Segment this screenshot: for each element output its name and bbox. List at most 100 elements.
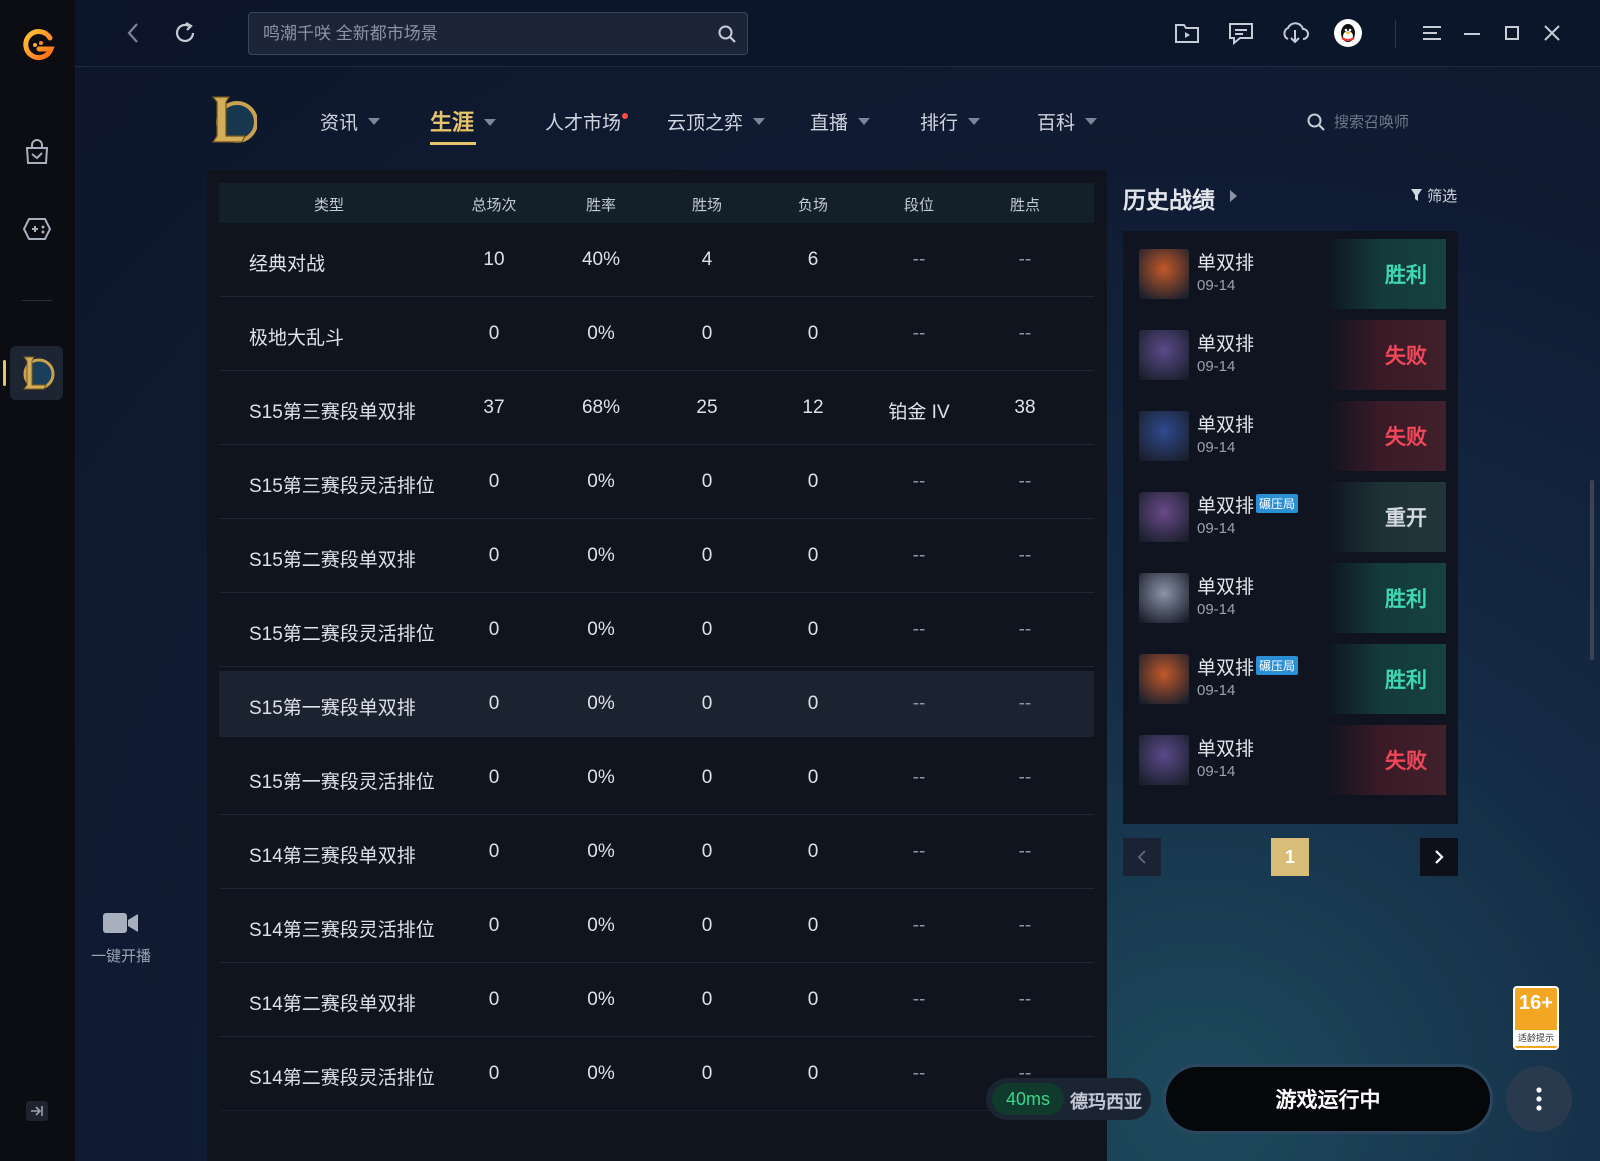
nav-tab[interactable]: 排行	[920, 108, 981, 135]
filter-label: 筛选	[1427, 188, 1458, 205]
refresh-icon[interactable]	[172, 20, 198, 46]
table-row[interactable]: S14第三赛段单双排 0 0% 0 0 -- --	[219, 815, 1094, 889]
folder-play-icon[interactable]	[1172, 18, 1202, 48]
collapse-sidebar-icon[interactable]	[26, 1101, 48, 1121]
table-row[interactable]: S14第二赛段单双排 0 0% 0 0 -- --	[219, 963, 1094, 1037]
match-item[interactable]: 单双排 09-14 胜利	[1139, 239, 1446, 309]
page-number-button[interactable]: 1	[1271, 838, 1309, 876]
table-cell: S14第二赛段单双排	[249, 994, 416, 1015]
nav-tab[interactable]: 直播	[810, 108, 871, 135]
table-cell: --	[912, 767, 926, 788]
table-cell: --	[1018, 323, 1032, 344]
back-icon[interactable]	[120, 20, 146, 46]
maximize-icon[interactable]	[1497, 18, 1527, 48]
table-row[interactable]: S15第一赛段单双排 0 0% 0 0 -- --	[219, 671, 1094, 737]
table-row[interactable]: S15第二赛段单双排 0 0% 0 0 -- --	[219, 519, 1094, 593]
table-cell: 0	[488, 323, 500, 344]
table-cell: --	[1018, 841, 1032, 862]
table-cell: S14第二赛段灵活排位	[249, 1068, 435, 1089]
match-result: 失败	[1326, 725, 1446, 795]
table-cell: 0	[701, 1063, 713, 1084]
game-library-icon[interactable]	[20, 212, 54, 246]
global-search-input[interactable]	[263, 13, 703, 54]
table-cell: S15第二赛段灵活排位	[249, 624, 435, 645]
match-result: 失败	[1326, 320, 1446, 390]
match-item[interactable]: 单双排 碾压局 09-14 重开	[1139, 482, 1446, 552]
nav-tab[interactable]: 资讯	[320, 108, 381, 135]
nav-tab[interactable]: 人才市场	[545, 108, 629, 135]
table-cell: S14第三赛段灵活排位	[249, 920, 435, 941]
message-icon[interactable]	[1226, 18, 1256, 48]
table-cell: 0	[701, 323, 713, 344]
lol-brand-logo-icon[interactable]	[207, 92, 258, 148]
table-header: 类型 总场次 胜率 胜场 负场 段位 胜点	[219, 183, 1094, 223]
minimize-icon[interactable]	[1457, 18, 1487, 48]
topbar-separator	[1395, 20, 1396, 48]
live-label: 一键开播	[90, 948, 151, 965]
table-row[interactable]: S14第二赛段灵活排位 0 0% 0 0 -- --	[219, 1037, 1094, 1111]
nav-tab[interactable]: 生涯	[430, 105, 497, 145]
summoner-search-icon[interactable]	[1306, 112, 1326, 132]
table-row[interactable]: S15第二赛段灵活排位 0 0% 0 0 -- --	[219, 593, 1094, 667]
table-row[interactable]: S15第三赛段灵活排位 0 0% 0 0 -- --	[219, 445, 1094, 519]
download-icon[interactable]	[1280, 18, 1310, 48]
match-item[interactable]: 单双排 09-14 失败	[1139, 320, 1446, 390]
game-running-button[interactable]: 游戏运行中	[1163, 1064, 1493, 1134]
table-cell: 0%	[587, 693, 615, 714]
table-cell: 37	[483, 397, 505, 418]
table-cell: --	[912, 545, 926, 566]
match-item[interactable]: 单双排 09-14 失败	[1139, 401, 1446, 471]
summoner-search	[1300, 107, 1460, 137]
table-cell: --	[1018, 249, 1032, 270]
lol-game-tile[interactable]	[3, 346, 63, 400]
table-cell: 铂金 IV	[888, 402, 950, 423]
table-cell: 0	[701, 915, 713, 936]
match-item[interactable]: 单双排 09-14 失败	[1139, 725, 1446, 795]
column-header: 胜场	[691, 197, 723, 214]
match-item[interactable]: 单双排 09-14 胜利	[1139, 563, 1446, 633]
table-row[interactable]: S14第三赛段灵活排位 0 0% 0 0 -- --	[219, 889, 1094, 963]
store-icon[interactable]	[20, 135, 54, 169]
match-date: 09-14	[1197, 439, 1236, 456]
app-logo-icon[interactable]	[21, 28, 55, 62]
chevron-down-icon	[753, 118, 766, 126]
menu-icon[interactable]	[1417, 18, 1447, 48]
history-arrow-icon[interactable]	[1230, 190, 1237, 202]
one-click-live-button[interactable]: 一键开播	[86, 910, 156, 966]
match-result: 失败	[1326, 401, 1446, 471]
history-filter-button[interactable]: 筛选	[1410, 185, 1457, 206]
summoner-search-input[interactable]	[1334, 107, 1454, 137]
history-title[interactable]: 历史战绩	[1123, 181, 1215, 215]
table-row[interactable]: S15第三赛段单双排 37 68% 25 12 铂金 IV 38	[219, 371, 1094, 445]
more-options-button[interactable]	[1506, 1066, 1572, 1132]
table-row[interactable]: 经典对战 10 40% 4 6 -- --	[219, 223, 1094, 297]
qq-avatar-icon[interactable]	[1333, 18, 1363, 48]
chevron-down-icon	[368, 118, 381, 126]
table-cell: 10	[483, 249, 505, 270]
column-header: 总场次	[471, 197, 517, 214]
close-icon[interactable]	[1537, 18, 1567, 48]
table-cell: 0	[807, 841, 819, 862]
prev-page-button[interactable]	[1123, 838, 1161, 876]
table-cell: --	[1018, 989, 1032, 1010]
table-cell: 0	[488, 915, 500, 936]
table-row[interactable]: S15第一赛段灵活排位 0 0% 0 0 -- --	[219, 741, 1094, 815]
server-status[interactable]: 40ms 德玛西亚	[986, 1078, 1151, 1120]
search-icon[interactable]	[717, 24, 737, 44]
table-cell: 0	[807, 989, 819, 1010]
table-cell: --	[912, 915, 926, 936]
nav-tab[interactable]: 百科	[1037, 108, 1098, 135]
table-cell: 0	[488, 767, 500, 788]
next-page-button[interactable]	[1420, 838, 1458, 876]
table-row[interactable]: 极地大乱斗 0 0% 0 0 -- --	[219, 297, 1094, 371]
match-mode: 单双排	[1197, 739, 1255, 760]
nav-tab[interactable]: 云顶之弈	[667, 108, 766, 135]
match-mode: 单双排	[1197, 658, 1255, 679]
rail-divider	[22, 300, 52, 301]
table-cell: S14第三赛段单双排	[249, 846, 416, 867]
table-cell: 0	[488, 989, 500, 1010]
nav-tab-label: 人才市场	[545, 113, 622, 134]
page-scrollbar[interactable]	[1590, 480, 1594, 660]
table-cell: S15第三赛段灵活排位	[249, 476, 435, 497]
match-item[interactable]: 单双排 碾压局 09-14 胜利	[1139, 644, 1446, 714]
